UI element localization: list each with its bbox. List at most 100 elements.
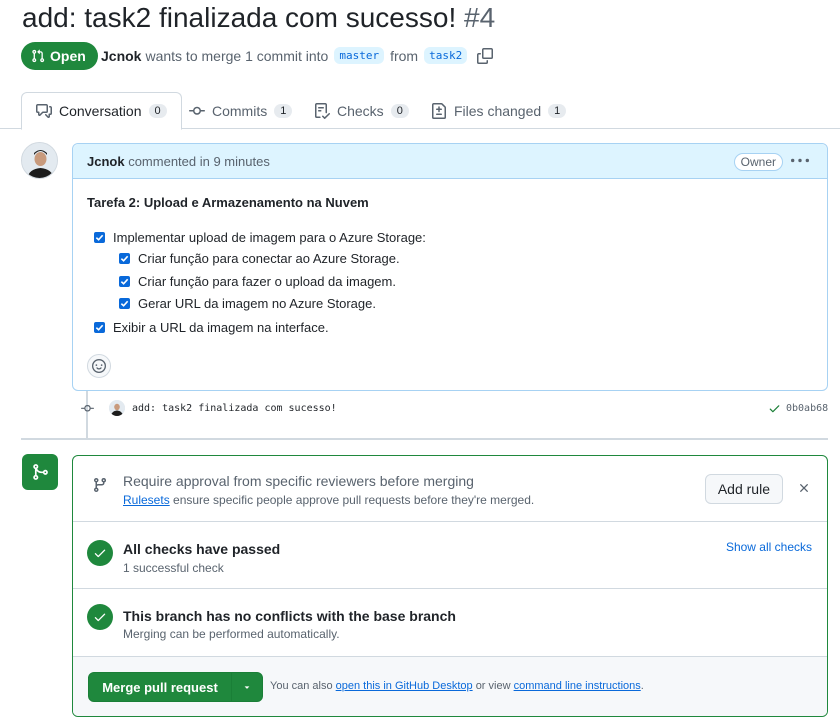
- conflict-title: This branch has no conflicts with the ba…: [123, 608, 456, 624]
- alternative-merge-text: You can also open this in GitHub Desktop…: [270, 680, 644, 692]
- timeline-divider: [21, 438, 828, 440]
- copy-icon[interactable]: [477, 47, 494, 64]
- head-branch[interactable]: task2: [424, 47, 468, 64]
- conflicts-row: This branch has no conflicts with the ba…: [73, 589, 827, 657]
- also-prefix: You can also: [270, 680, 333, 692]
- rulesets-link[interactable]: Rulesets: [123, 493, 170, 507]
- task-label: Implementar upload de imagem para o Azur…: [113, 230, 426, 245]
- task-label: Criar função para conectar ao Azure Stor…: [138, 251, 400, 266]
- merge-footer: Merge pull request You can also open thi…: [73, 657, 827, 716]
- add-reaction-button[interactable]: [87, 354, 111, 378]
- tab-checks-label: Checks: [337, 102, 384, 119]
- comment-header: Jcnok commented in 9 minutes Owner: [73, 144, 827, 179]
- ruleset-row: Require approval from specific reviewers…: [73, 456, 827, 522]
- check-icon: [94, 549, 106, 558]
- comment-box: Jcnok commented in 9 minutes Owner Taref…: [72, 143, 828, 391]
- tab-files-changed-label: Files changed: [454, 102, 542, 119]
- git-commit-icon: [81, 405, 94, 412]
- git-pull-request-icon: [32, 49, 45, 63]
- tab-commits[interactable]: Commits 1: [175, 92, 306, 129]
- ruleset-description: ensure specific people approve pull requ…: [173, 493, 535, 507]
- pr-title: add: task2 finalizada com sucesso! #4: [22, 2, 495, 34]
- comment-author[interactable]: Jcnok: [87, 154, 125, 169]
- commit-message-link[interactable]: add: task2 finalizada com sucesso!: [132, 403, 337, 414]
- git-branch-icon: [93, 478, 106, 493]
- tab-commits-label: Commits: [212, 102, 268, 119]
- merge-pull-request-button[interactable]: Merge pull request: [89, 673, 232, 701]
- from-text: from: [390, 47, 419, 64]
- timeline-line: [86, 391, 88, 439]
- avatar-image: [22, 143, 57, 178]
- command-line-link[interactable]: command line instructions: [514, 680, 641, 692]
- tab-conversation-label: Conversation: [59, 103, 142, 119]
- checkbox-checked[interactable]: [94, 232, 105, 243]
- tab-checks-count: 0: [390, 103, 409, 118]
- show-all-checks-link[interactable]: Show all checks: [726, 540, 812, 554]
- triangle-down-icon: [244, 686, 250, 689]
- close-icon[interactable]: [797, 481, 811, 495]
- add-rule-button[interactable]: Add rule: [704, 474, 783, 504]
- avatar-image: [109, 400, 125, 416]
- conflict-status-circle: [87, 604, 113, 630]
- comment-heading: Tarefa 2: Upload e Armazenamento na Nuve…: [87, 195, 369, 210]
- ruleset-title: Require approval from specific reviewers…: [123, 473, 474, 489]
- tab-conversation-count: 0: [148, 104, 167, 118]
- git-merge-icon: [33, 464, 48, 480]
- tab-files-changed[interactable]: Files changed 1: [417, 92, 580, 129]
- state-badge: Open: [21, 42, 98, 70]
- github-desktop-link[interactable]: open this in GitHub Desktop: [336, 680, 473, 692]
- check-icon: [120, 255, 129, 262]
- merge-status-icon-box: [22, 454, 58, 490]
- smiley-icon: [92, 359, 106, 373]
- ruleset-description-line: Rulesets ensure specific people approve …: [123, 493, 534, 507]
- merge-method-dropdown[interactable]: [232, 673, 262, 701]
- kebab-menu-icon[interactable]: [791, 152, 809, 170]
- checkbox-checked[interactable]: [94, 322, 105, 333]
- base-branch[interactable]: master: [334, 47, 385, 64]
- file-diff-icon: [432, 102, 446, 119]
- task-item: Criar função para fazer o upload da imag…: [119, 274, 396, 289]
- pr-tabs: Conversation 0 Commits 1 Checks 0 Files …: [0, 92, 840, 130]
- tab-checks[interactable]: Checks 0: [300, 92, 423, 129]
- task-label: Exibir a URL da imagem na interface.: [113, 320, 329, 335]
- task-item: Implementar upload de imagem para o Azur…: [94, 230, 426, 245]
- state-label: Open: [50, 48, 86, 64]
- check-icon: [120, 300, 129, 307]
- task-label: Gerar URL da imagem no Azure Storage.: [138, 296, 376, 311]
- avatar[interactable]: [21, 142, 58, 179]
- checklist-icon: [315, 102, 330, 119]
- period: .: [640, 680, 644, 692]
- check-status-circle: [87, 540, 113, 566]
- commit-avatar[interactable]: [109, 400, 125, 416]
- checkbox-checked[interactable]: [119, 276, 130, 287]
- checkbox-checked[interactable]: [119, 298, 130, 309]
- commit-sha-link[interactable]: 0b0ab68: [786, 403, 828, 414]
- task-item: Gerar URL da imagem no Azure Storage.: [119, 296, 376, 311]
- pr-title-text: add: task2 finalizada com sucesso!: [22, 2, 457, 33]
- task-item: Exibir a URL da imagem na interface.: [94, 320, 329, 335]
- task-item: Criar função para conectar ao Azure Stor…: [119, 251, 400, 266]
- check-icon[interactable]: [768, 402, 781, 415]
- merge-button-group: Merge pull request: [88, 672, 263, 702]
- check-icon: [95, 234, 104, 241]
- merge-text: wants to merge 1 commit into: [145, 47, 329, 64]
- check-icon: [95, 324, 104, 331]
- check-icon: [94, 613, 106, 622]
- or-view-text: or view: [475, 680, 511, 692]
- owner-badge: Owner: [733, 153, 783, 171]
- checks-title: All checks have passed: [123, 541, 281, 557]
- comment-author-line: Jcnok commented in 9 minutes: [87, 154, 270, 169]
- tab-commits-count: 1: [274, 103, 293, 118]
- tab-conversation[interactable]: Conversation 0: [21, 92, 182, 130]
- checkbox-checked[interactable]: [119, 253, 130, 264]
- checks-row: All checks have passed 1 successful chec…: [73, 522, 827, 589]
- git-commit-icon: [189, 106, 205, 115]
- conflict-subtitle: Merging can be performed automatically.: [123, 627, 340, 641]
- task-label: Criar função para fazer o upload da imag…: [138, 274, 396, 289]
- pr-author-link[interactable]: Jcnok: [101, 48, 141, 64]
- pr-meta: Jcnok wants to merge 1 commit into maste…: [101, 47, 494, 64]
- tab-files-changed-count: 1: [548, 103, 567, 118]
- comment-discussion-icon: [36, 104, 52, 118]
- check-icon: [120, 278, 129, 285]
- comment-action[interactable]: commented in 9 minutes: [128, 154, 270, 169]
